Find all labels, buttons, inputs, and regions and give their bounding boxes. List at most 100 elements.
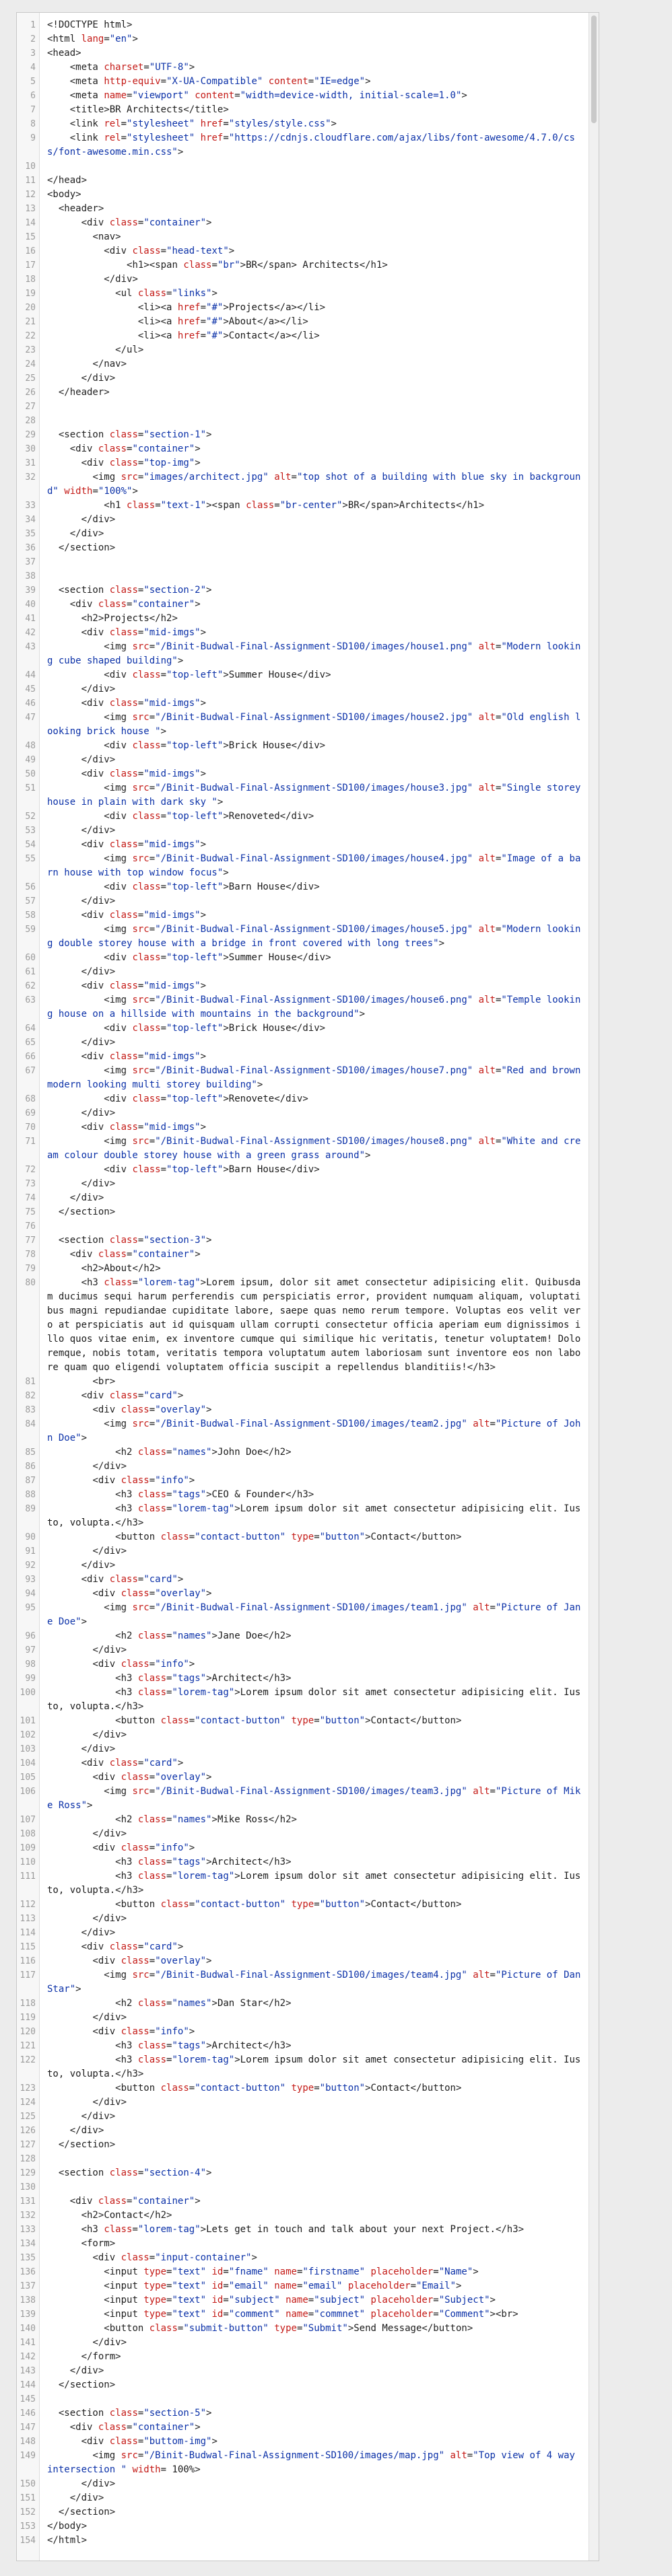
- code-listing[interactable]: 1 <!DOCTYPE html> 2 <html lang="en"> 3 <head>…: [17, 18, 589, 2548]
- code-line: 6 <meta name="viewport" content="width=d…: [17, 89, 589, 103]
- code-line: 19 <ul class="links">: [17, 287, 589, 301]
- code-line: 132 <h2>Contact</h2>: [17, 2209, 589, 2223]
- code-line: 88 <h3 class="tags">CEO & Founder</h3>: [17, 1488, 589, 1502]
- code-line: 53 </div>: [17, 824, 589, 838]
- line-number: 99: [25, 1674, 36, 1684]
- code-line: 12 <body>: [17, 188, 589, 202]
- code-text: </div>: [81, 1927, 116, 1938]
- code-line: 95 <img src="/Binit-Budwal-Final-Assignm…: [17, 1601, 589, 1629]
- code-text: <div class="container">: [69, 1249, 201, 1260]
- line-number: 14: [25, 218, 36, 228]
- code-text: </html>: [47, 2535, 88, 2546]
- line-number: 9: [30, 133, 36, 143]
- line-number: 34: [25, 515, 36, 525]
- code-line: 33 <h1 class="text-1"><span class="br-ce…: [17, 499, 589, 513]
- line-number: 4: [30, 63, 36, 73]
- code-text: <input type="text" id="comment" name="co…: [104, 2309, 518, 2320]
- code-text: <button class="contact-button" type="but…: [115, 1715, 462, 1726]
- line-number: 50: [25, 769, 36, 779]
- code-text: </section>: [58, 2139, 116, 2150]
- code-line: 96 <h2 class="names">Jane Doe</h2>: [17, 1629, 589, 1643]
- code-line: 5 <meta http-equiv="X-UA-Compatible" con…: [17, 75, 589, 89]
- code-text: <div class="overlay">: [92, 1772, 212, 1783]
- line-number: 56: [25, 882, 36, 892]
- line-number: 24: [25, 359, 36, 369]
- code-line: 149 <img src="/Binit-Budwal-Final-Assign…: [17, 2449, 589, 2477]
- code-line: 3 <head>: [17, 46, 589, 61]
- line-number: 111: [20, 1871, 36, 1882]
- line-number: 60: [25, 953, 36, 963]
- line-number: 80: [25, 1278, 36, 1288]
- code-line: 75 </section>: [17, 1205, 589, 1219]
- code-line: 99 <h3 class="tags">Architect</h3>: [17, 1672, 589, 1686]
- code-text: <div class="mid-imgs">: [81, 980, 207, 991]
- code-text: <div class="container">: [69, 2422, 201, 2433]
- code-line: 16 <div class="head-text">: [17, 244, 589, 258]
- line-number: 84: [25, 1419, 36, 1429]
- line-number: 83: [25, 1405, 36, 1415]
- code-text: <img src="/Binit-Budwal-Final-Assignment…: [47, 783, 586, 808]
- line-number: 124: [20, 2098, 36, 2108]
- code-line: 134 <form>: [17, 2237, 589, 2251]
- code-text: <li><a href="#">About</a></li>: [137, 316, 308, 327]
- code-line: 37: [17, 555, 589, 569]
- line-number: 140: [20, 2324, 36, 2334]
- line-number: 153: [20, 2521, 36, 2532]
- line-number: 42: [25, 628, 36, 638]
- code-line: 120 <div class="info">: [17, 2025, 589, 2039]
- line-number: 40: [25, 600, 36, 610]
- code-line: 116 <div class="overlay">: [17, 1954, 589, 1968]
- vertical-scrollbar[interactable]: [589, 13, 599, 2561]
- code-text: </div>: [92, 1729, 127, 1740]
- line-number: 144: [20, 2380, 36, 2390]
- line-number: 85: [25, 1447, 36, 1458]
- line-number: 13: [25, 204, 36, 214]
- code-line: 47 <img src="/Binit-Budwal-Final-Assignm…: [17, 711, 589, 739]
- code-text: <div class="container">: [69, 443, 201, 454]
- code-text: <meta name="viewport" content="width=dev…: [69, 90, 467, 101]
- code-line: 17 <h1><span class="br">BR</span> Archit…: [17, 258, 589, 273]
- code-line: 35 </div>: [17, 527, 589, 541]
- code-text: <div class="card">: [81, 1574, 184, 1585]
- code-line: 128: [17, 2152, 589, 2166]
- code-line: 77 <section class="section-3">: [17, 1233, 589, 1248]
- code-line: 80 <h3 class="lorem-tag">Lorem ipsum, do…: [17, 1276, 589, 1375]
- line-number: 87: [25, 1476, 36, 1486]
- code-text: </div>: [81, 896, 116, 906]
- code-text: <div class="top-left">Barn House</div>: [104, 882, 320, 892]
- line-number: 82: [25, 1391, 36, 1401]
- line-number: 71: [25, 1137, 36, 1147]
- line-number: 107: [20, 1815, 36, 1825]
- code-line: 144 </section>: [17, 2378, 589, 2392]
- line-number: 69: [25, 1108, 36, 1118]
- line-number: 51: [25, 783, 36, 793]
- line-number: 46: [25, 699, 36, 709]
- code-text: <section class="section-4">: [58, 2168, 212, 2178]
- code-line: 84 <img src="/Binit-Budwal-Final-Assignm…: [17, 1417, 589, 1445]
- code-text: <link rel="stylesheet" href="styles/styl…: [69, 118, 337, 129]
- code-line: 58 <div class="mid-imgs">: [17, 908, 589, 923]
- code-text: <h2 class="names">John Doe</h2>: [115, 1447, 292, 1458]
- line-number: 146: [20, 2408, 36, 2419]
- code-line: 148 <div class="buttom-img">: [17, 2435, 589, 2449]
- line-number: 101: [20, 1716, 36, 1726]
- code-line: 76: [17, 1219, 589, 1233]
- code-text: <section class="section-1">: [58, 429, 212, 440]
- code-text: </div>: [81, 754, 116, 765]
- line-number: 110: [20, 1857, 36, 1867]
- line-number: 113: [20, 1914, 36, 1924]
- code-text: </div>: [81, 2111, 116, 2122]
- code-line: 44 <div class="top-left">Summer House</d…: [17, 668, 589, 682]
- code-line: 129 <section class="section-4">: [17, 2166, 589, 2180]
- code-text: <img src="/Binit-Budwal-Final-Assignment…: [47, 2450, 581, 2475]
- line-number: 33: [25, 501, 36, 511]
- line-number: 11: [25, 176, 36, 186]
- line-number: 104: [20, 1758, 36, 1768]
- line-number: 147: [20, 2423, 36, 2433]
- code-line: 82 <div class="card">: [17, 1389, 589, 1403]
- scrollbar-thumb[interactable]: [591, 15, 597, 123]
- code-line: 45 </div>: [17, 682, 589, 696]
- line-number: 75: [25, 1207, 36, 1217]
